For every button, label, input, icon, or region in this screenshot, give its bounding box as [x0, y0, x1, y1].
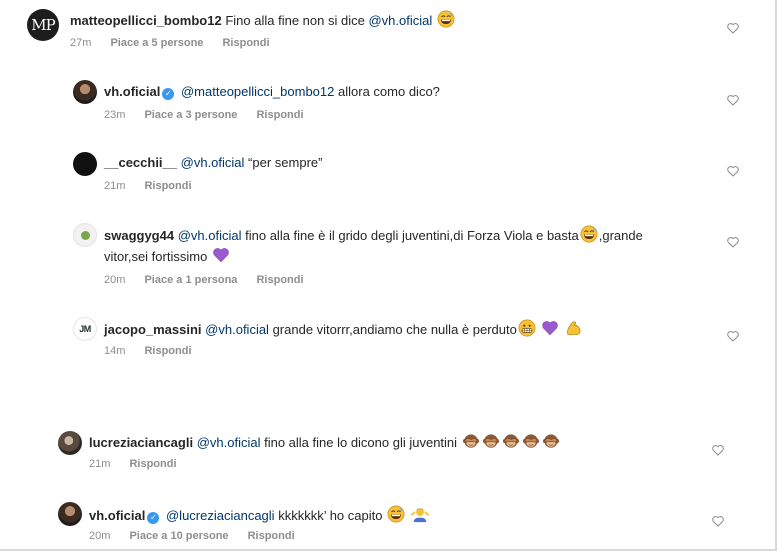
purple-heart-icon: [212, 246, 230, 264]
comment-body: swaggyg44 @vh.oficial fino alla fine è i…: [104, 225, 689, 267]
avatar[interactable]: [73, 223, 97, 247]
reply-button[interactable]: Rispondi: [248, 530, 295, 542]
comment-body: jacopo_massini @vh.oficial grande vitorr…: [104, 319, 584, 338]
comment-meta: 27m Piace a 5 persone Rispondi: [70, 37, 286, 49]
avatar[interactable]: [73, 80, 97, 104]
comment-meta: 21m Rispondi: [104, 180, 208, 192]
avatar[interactable]: JM: [73, 317, 97, 341]
see-no-evil-monkey-icon: [502, 432, 520, 450]
comment-username[interactable]: vh.oficial: [104, 84, 160, 99]
comment-time: 27m: [70, 37, 92, 49]
reply-button[interactable]: Rispondi: [144, 180, 191, 192]
comment-mention[interactable]: @vh.oficial: [178, 228, 242, 243]
comment-body: matteopellicci_bombo12 Fino alla fine no…: [70, 10, 456, 29]
see-no-evil-monkey-icon: [522, 432, 540, 450]
avatar-initials: MP: [31, 16, 55, 34]
comment-text: grande vitorrr,andiamo che nulla è perdu…: [272, 322, 517, 337]
like-heart-icon[interactable]: [711, 514, 725, 528]
grinning-sweat-icon: [437, 10, 455, 28]
comment-text: Fino alla fine non si dice: [225, 13, 365, 28]
comment-meta: 20m Piace a 1 persona Rispondi: [104, 274, 320, 286]
verified-badge-icon: ✓: [162, 88, 175, 100]
comment-meta: 23m Piace a 3 persone Rispondi: [104, 109, 320, 121]
comment-time: 21m: [89, 458, 111, 470]
like-heart-icon[interactable]: [726, 235, 740, 249]
see-no-evil-monkey-icon: [542, 432, 560, 450]
likes-count-link[interactable]: Piace a 10 persone: [129, 530, 228, 542]
likes-count-link[interactable]: Piace a 3 persone: [144, 109, 237, 121]
like-heart-icon[interactable]: [726, 329, 740, 343]
reply-button[interactable]: Rispondi: [144, 345, 191, 357]
comment-text: fino alla fine è il grido degli juventin…: [245, 228, 579, 243]
like-heart-icon[interactable]: [726, 93, 740, 107]
comment-username[interactable]: jacopo_massini: [104, 322, 202, 337]
comment-meta: 21m Rispondi: [89, 458, 193, 470]
comment-time: 20m: [104, 274, 126, 286]
avatar[interactable]: [58, 502, 82, 526]
comment-time: 14m: [104, 345, 126, 357]
comment-text: fino alla fine lo dicono gli juventini: [264, 435, 458, 450]
see-no-evil-monkey-icon: [482, 432, 500, 450]
avatar[interactable]: [73, 152, 97, 176]
comment-body: vh.oficial ✓ @matteopellicci_bombo12 allo…: [104, 83, 440, 100]
reply-button[interactable]: Rispondi: [129, 458, 176, 470]
comment-mention[interactable]: @vh.oficial: [197, 435, 261, 450]
avatar-initials: JM: [79, 324, 91, 334]
comment-mention[interactable]: @vh.oficial: [205, 322, 269, 337]
comment-text: allora como dico?: [338, 84, 440, 99]
like-heart-icon[interactable]: [711, 443, 725, 457]
person-shrugging-icon: [411, 505, 429, 523]
comment-username[interactable]: swaggyg44: [104, 228, 174, 243]
comment-meta: 14m Rispondi: [104, 345, 208, 357]
reply-button[interactable]: Rispondi: [222, 37, 269, 49]
comment-time: 21m: [104, 180, 126, 192]
comment-username[interactable]: vh.oficial: [89, 508, 145, 523]
like-heart-icon[interactable]: [726, 164, 740, 178]
comment-mention[interactable]: @lucreziaciancagli: [166, 508, 275, 523]
comment-mention[interactable]: @vh.oficial: [368, 13, 432, 28]
likes-count-link[interactable]: Piace a 5 persone: [110, 37, 203, 49]
comment-mention[interactable]: @vh.oficial: [181, 155, 245, 170]
comment-username[interactable]: lucreziaciancagli: [89, 435, 193, 450]
comment-meta: 20m Piace a 10 persone Rispondi: [89, 530, 311, 542]
grinning-sweat-icon: [387, 505, 405, 523]
comment-body: lucreziaciancagli @vh.oficial fino alla …: [89, 432, 561, 451]
comment-time: 23m: [104, 109, 126, 121]
purple-heart-icon: [541, 319, 559, 337]
comment-text: “per sempre”: [248, 155, 323, 170]
comment-username[interactable]: __cecchii__: [104, 155, 177, 170]
avatar[interactable]: MP: [27, 9, 59, 41]
avatar[interactable]: [58, 431, 82, 455]
like-heart-icon[interactable]: [726, 21, 740, 35]
see-no-evil-monkey-icon: [462, 432, 480, 450]
comment-username[interactable]: matteopellicci_bombo12: [70, 13, 222, 28]
grimacing-face-icon: [518, 319, 536, 337]
likes-count-link[interactable]: Piace a 1 persona: [144, 274, 237, 286]
verified-badge-icon: ✓: [147, 512, 160, 524]
comment-mention[interactable]: @matteopellicci_bombo12: [181, 84, 334, 99]
comment-text: kkkkkkk’ ho capito: [278, 508, 383, 523]
reply-button[interactable]: Rispondi: [256, 274, 303, 286]
grinning-sweat-icon: [580, 225, 598, 243]
comment-body: vh.oficial ✓ @lucreziaciancagli kkkkkkk’ …: [89, 505, 430, 524]
comment-time: 20m: [89, 530, 111, 542]
flexed-biceps-icon: [565, 319, 583, 337]
comment-body: __cecchii__ @vh.oficial “per sempre”: [104, 154, 322, 171]
reply-button[interactable]: Rispondi: [256, 109, 303, 121]
